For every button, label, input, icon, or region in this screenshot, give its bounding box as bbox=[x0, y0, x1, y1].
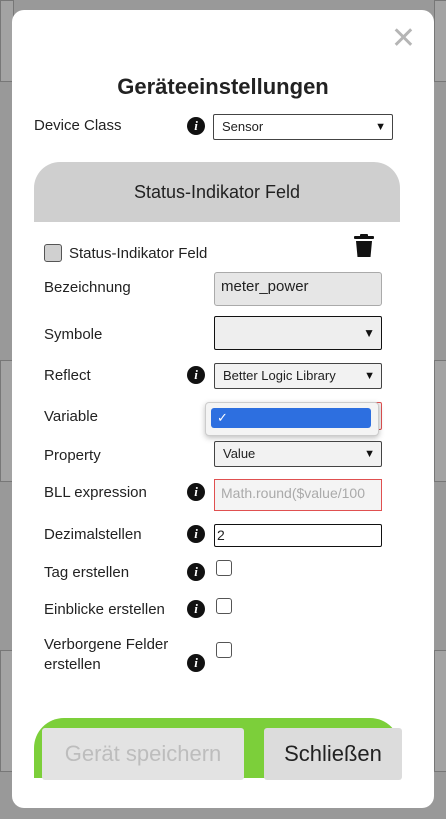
bll-expression-label: BLL expression bbox=[44, 484, 147, 501]
chevron-down-icon: ▼ bbox=[363, 326, 375, 340]
info-icon[interactable]: i bbox=[187, 483, 205, 501]
info-icon[interactable]: i bbox=[187, 654, 205, 672]
info-icon[interactable]: i bbox=[187, 366, 205, 384]
verborgene-felder-checkbox[interactable] bbox=[216, 642, 232, 658]
page-title: Geräteeinstellungen bbox=[117, 74, 329, 99]
tag-erstellen-checkbox[interactable] bbox=[216, 560, 232, 576]
property-value: Value bbox=[223, 446, 256, 461]
bg-tile bbox=[434, 650, 446, 772]
tag-erstellen-label: Tag erstellen bbox=[44, 564, 130, 581]
verborgene-felder-label-line1: Verborgene Felder bbox=[44, 636, 169, 653]
reflect-select[interactable]: Better Logic Library ▼ bbox=[214, 363, 382, 389]
device-class-select[interactable]: Sensor ▼ bbox=[213, 114, 393, 140]
close-button[interactable]: Schließen bbox=[264, 728, 402, 780]
bg-tile bbox=[434, 360, 446, 482]
info-icon[interactable]: i bbox=[187, 600, 205, 618]
bezeichnung-label: Bezeichnung bbox=[44, 279, 131, 296]
status-indicator-label: Status-Indikator Feld bbox=[69, 245, 208, 262]
variable-label: Variable bbox=[44, 408, 98, 425]
verborgene-felder-label-line2: erstellen bbox=[44, 656, 101, 673]
chevron-down-icon: ▼ bbox=[364, 448, 375, 460]
variable-dropdown: ✓ bbox=[205, 402, 379, 436]
dezimalstellen-input[interactable]: 2 bbox=[214, 524, 382, 547]
einblicke-erstellen-checkbox[interactable] bbox=[216, 598, 232, 614]
device-settings-modal: ✕ Geräteeinstellungen Device Class i Sen… bbox=[12, 10, 434, 808]
chevron-down-icon: ▼ bbox=[375, 121, 386, 133]
reflect-value: Better Logic Library bbox=[223, 368, 336, 383]
property-select[interactable]: Value ▼ bbox=[214, 441, 382, 467]
reflect-label: Reflect bbox=[44, 367, 91, 384]
property-label: Property bbox=[44, 447, 101, 464]
checkmark-icon: ✓ bbox=[217, 410, 228, 425]
symbole-select[interactable]: ▼ bbox=[214, 316, 382, 350]
einblicke-erstellen-label: Einblicke erstellen bbox=[44, 601, 165, 618]
save-button[interactable]: Gerät speichern bbox=[42, 728, 244, 780]
close-icon[interactable]: ✕ bbox=[391, 24, 416, 54]
status-indicator-checkbox[interactable] bbox=[44, 244, 62, 262]
info-icon[interactable]: i bbox=[187, 525, 205, 543]
bll-expression-input[interactable]: Math.round($value/100 bbox=[214, 479, 382, 511]
trash-icon[interactable] bbox=[353, 234, 375, 258]
chevron-down-icon: ▼ bbox=[364, 370, 375, 382]
bezeichnung-input[interactable]: meter_power bbox=[214, 272, 382, 306]
symbole-label: Symbole bbox=[44, 326, 103, 343]
info-icon[interactable]: i bbox=[187, 117, 205, 135]
device-class-label: Device Class bbox=[34, 117, 122, 134]
dezimalstellen-label: Dezimalstellen bbox=[44, 526, 142, 543]
device-class-value: Sensor bbox=[222, 119, 264, 134]
bg-tile bbox=[434, 0, 446, 82]
dropdown-option-selected[interactable]: ✓ bbox=[211, 408, 371, 428]
panel-header[interactable]: Status-Indikator Feld bbox=[34, 162, 400, 222]
info-icon[interactable]: i bbox=[187, 563, 205, 581]
